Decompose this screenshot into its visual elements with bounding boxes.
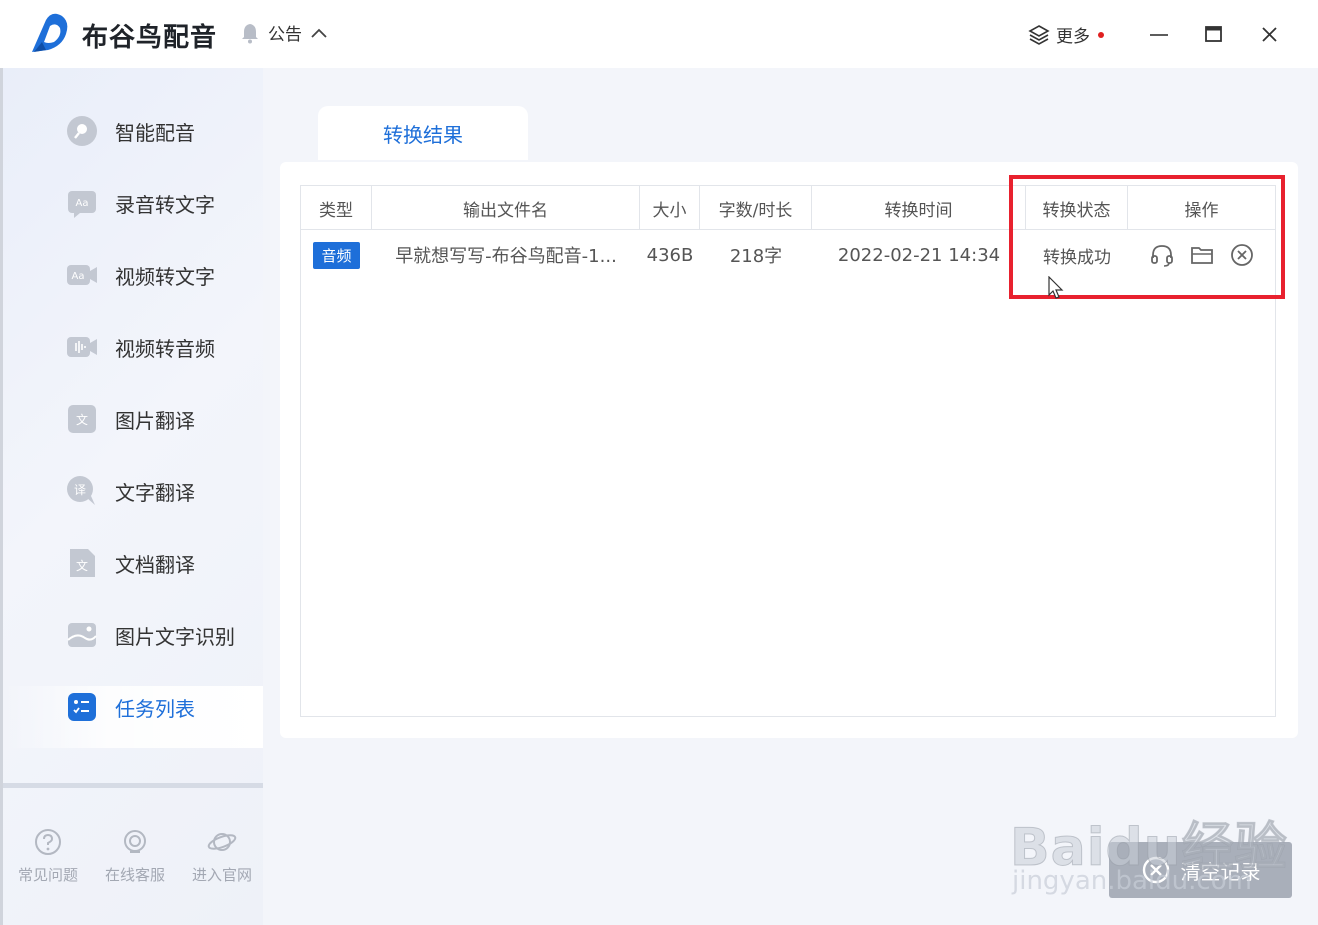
close-icon[interactable]	[1258, 22, 1282, 46]
svg-text:文: 文	[76, 558, 88, 573]
svg-text:Aa: Aa	[72, 271, 85, 282]
sidebar-item-label: 任务列表	[115, 696, 195, 721]
sidebar-item-label: 图片翻译	[115, 408, 195, 433]
audio-badge: 音频	[313, 241, 360, 269]
clear-records-label: 清空记录	[1180, 859, 1261, 884]
column-header-filename: 输出文件名	[372, 186, 640, 230]
time-cell: 2022-02-21 14:34	[837, 244, 1001, 266]
document-translate-icon: 文	[65, 546, 99, 580]
website-link[interactable]: 进入官网	[182, 828, 262, 885]
column-header-size: 大小	[640, 186, 700, 230]
video-to-audio-icon	[65, 330, 99, 364]
maximize-icon[interactable]	[1202, 22, 1226, 46]
layers-icon	[1028, 24, 1050, 45]
column-header-length: 字数/时长	[700, 186, 812, 230]
svg-text:文: 文	[76, 412, 88, 427]
website-label: 进入官网	[191, 866, 252, 884]
sidebar-item-image-translate[interactable]: 文 图片翻译	[65, 399, 195, 439]
svg-text:Aa: Aa	[76, 198, 89, 209]
notice-label: 公告	[268, 25, 302, 45]
image-ocr-icon	[65, 618, 99, 652]
tab-conversion-results[interactable]: 转换结果	[318, 106, 528, 160]
minimize-icon[interactable]	[1147, 22, 1171, 46]
results-panel: 类型 输出文件名 大小 字数/时长 转换时间 转换状态 操作 音频 早就想写写-…	[280, 162, 1298, 738]
results-table: 类型 输出文件名 大小 字数/时长 转换时间 转换状态 操作 音频 早就想写写-…	[300, 185, 1276, 717]
notice-toggle[interactable]: 公告	[240, 20, 328, 45]
delete-icon[interactable]	[1229, 242, 1255, 268]
status-cell: 转换成功	[1043, 247, 1111, 268]
sidebar-item-label: 智能配音	[115, 120, 195, 145]
customer-service-icon	[124, 830, 146, 853]
online-service-label: 在线客服	[104, 866, 165, 884]
mic-icon	[65, 114, 99, 148]
video-to-text-icon: Aa	[65, 258, 99, 292]
sidebar-item-label: 文字翻译	[115, 480, 195, 505]
app-logo-icon	[32, 13, 68, 52]
sidebar-item-label: 录音转文字	[115, 192, 215, 217]
clear-records-button[interactable]: 清空记录	[1109, 842, 1292, 898]
table-row: 音频 早就想写写-布谷鸟配音-1... 436B 218字 2022-02-21…	[301, 230, 1275, 280]
sidebar-item-task-list[interactable]: 任务列表	[65, 687, 195, 727]
faq-link[interactable]: 常见问题	[8, 828, 88, 885]
sidebar-item-recording-to-text[interactable]: Aa 录音转文字	[65, 183, 215, 223]
column-header-status: 转换状态	[1026, 186, 1128, 230]
image-translate-icon: 文	[65, 402, 99, 436]
sidebar-item-video-to-text[interactable]: Aa 视频转文字	[65, 255, 215, 295]
column-header-actions: 操作	[1184, 200, 1219, 221]
sidebar: 智能配音 Aa 录音转文字 Aa 视频转文字 视频转音频 文 图片翻译 译 文字…	[0, 68, 266, 925]
sidebar-item-label: 图片文字识别	[115, 624, 235, 649]
filename-cell: 早就想写写-布谷鸟配音-1...	[395, 246, 617, 267]
main-area: 转换结果 类型 输出文件名 大小 字数/时长 转换时间 转换状态 操作 音频 早…	[263, 68, 1318, 925]
bell-icon	[242, 23, 258, 43]
size-cell: 436B	[646, 244, 694, 266]
text-translate-icon: 译	[65, 474, 99, 508]
chevron-up-icon	[311, 28, 327, 38]
sidebar-item-smart-dubbing[interactable]: 智能配音	[65, 111, 195, 151]
clear-circle-x-icon	[1142, 856, 1169, 884]
notification-dot	[1098, 31, 1104, 38]
folder-icon[interactable]	[1189, 242, 1215, 268]
table-header: 类型 输出文件名 大小 字数/时长 转换时间 转换状态 操作	[301, 186, 1275, 230]
type-cell: 音频	[301, 230, 372, 280]
more-label: 更多	[1056, 27, 1090, 47]
sidebar-item-video-to-audio[interactable]: 视频转音频	[65, 327, 215, 367]
faq-label: 常见问题	[17, 866, 78, 884]
question-icon	[35, 829, 61, 855]
svg-text:译: 译	[74, 483, 86, 497]
column-header-time: 转换时间	[812, 186, 1026, 230]
planet-icon	[207, 833, 237, 851]
column-header-type: 类型	[301, 186, 372, 230]
sidebar-item-image-ocr[interactable]: 图片文字识别	[65, 615, 235, 655]
sidebar-item-label: 视频转文字	[115, 264, 215, 289]
sidebar-item-label: 文档翻译	[115, 552, 195, 577]
online-service-link[interactable]: 在线客服	[95, 828, 175, 885]
recording-to-text-icon: Aa	[65, 186, 99, 220]
task-list-icon	[65, 690, 99, 724]
sidebar-item-label: 视频转音频	[115, 336, 215, 361]
mouse-cursor-icon	[1048, 276, 1064, 299]
title-bar: 布谷鸟配音 公告 更多	[0, 0, 1318, 68]
length-cell: 218字	[729, 246, 783, 267]
app-title: 布谷鸟配音	[82, 23, 218, 53]
sidebar-divider	[3, 783, 266, 788]
sidebar-item-text-translate[interactable]: 译 文字翻译	[65, 471, 195, 511]
sidebar-item-document-translate[interactable]: 文 文档翻译	[65, 543, 195, 583]
more-menu[interactable]: 更多	[1028, 22, 1104, 47]
headphones-icon[interactable]	[1149, 242, 1175, 268]
actions-cell	[1128, 230, 1275, 280]
